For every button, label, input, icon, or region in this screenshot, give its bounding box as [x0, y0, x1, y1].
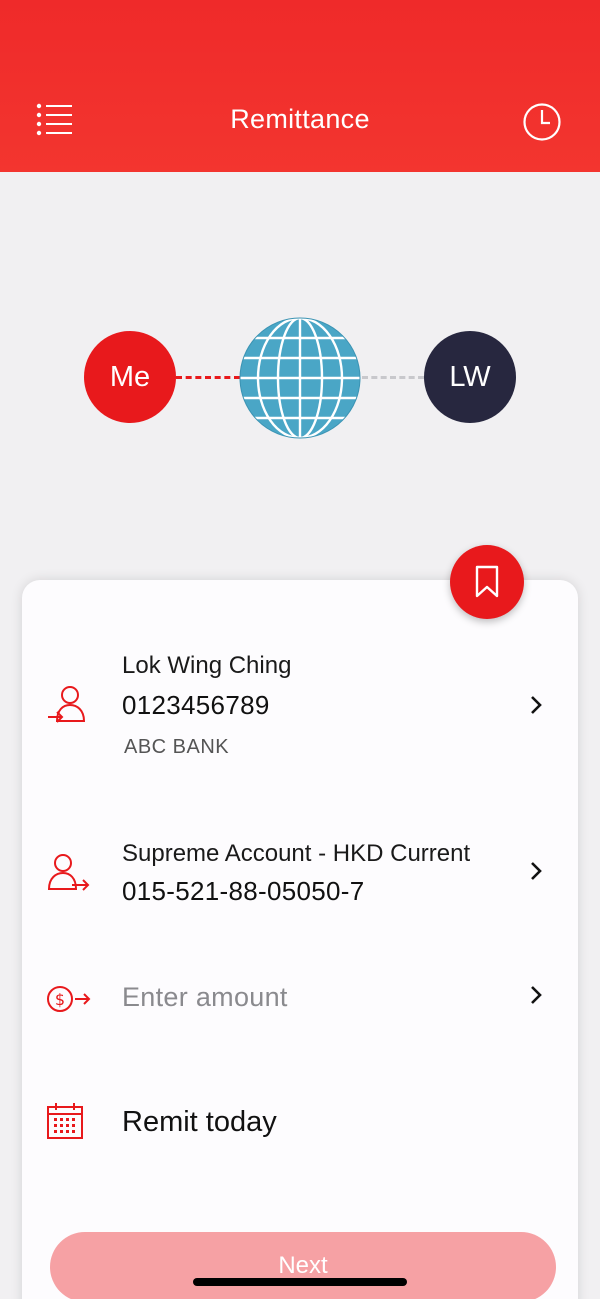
sender-avatar: Me	[84, 331, 176, 423]
svg-text:$: $	[55, 990, 65, 1009]
remittance-flow: Me LW	[0, 310, 600, 450]
save-template-button[interactable]	[450, 545, 524, 619]
sender-person-icon	[47, 854, 90, 891]
chevron-right-icon	[531, 696, 542, 714]
amount-row[interactable]: $ Enter amount	[22, 970, 578, 1030]
chevron-right-icon	[531, 862, 542, 880]
payee-person-icon	[48, 686, 86, 723]
payee-account-number: 0123456789	[122, 690, 270, 720]
amount-input[interactable]: Enter amount	[122, 982, 288, 1013]
from-account-number: 015-521-88-05050-7	[122, 876, 365, 906]
remit-date-row[interactable]: Remit today	[22, 1096, 578, 1156]
home-indicator	[193, 1278, 407, 1286]
payee-name: Lok Wing Ching	[122, 652, 292, 679]
clock-icon	[523, 103, 561, 141]
from-account-name: Supreme Account - HKD Current	[122, 840, 471, 867]
payee-bank: ABC BANK	[124, 736, 230, 758]
payee-row[interactable]: Lok Wing Ching 0123456789 ABC BANK	[22, 640, 578, 780]
sender-connector-line	[176, 376, 240, 379]
history-button[interactable]	[522, 102, 562, 142]
app-header: Remittance	[0, 0, 600, 172]
dollar-transfer-icon: $	[47, 986, 91, 1012]
from-account-row[interactable]: Supreme Account - HKD Current 015-521-88…	[22, 830, 578, 920]
calendar-icon	[47, 1103, 83, 1139]
bookmark-icon	[475, 565, 499, 598]
remit-date-label: Remit today	[122, 1106, 277, 1138]
receiver-connector-line	[362, 376, 424, 379]
next-button[interactable]: Next	[50, 1232, 556, 1299]
chevron-right-icon	[531, 986, 542, 1004]
page-title: Remittance	[230, 104, 370, 134]
receiver-avatar: LW	[424, 331, 516, 423]
globe-icon	[239, 317, 361, 439]
